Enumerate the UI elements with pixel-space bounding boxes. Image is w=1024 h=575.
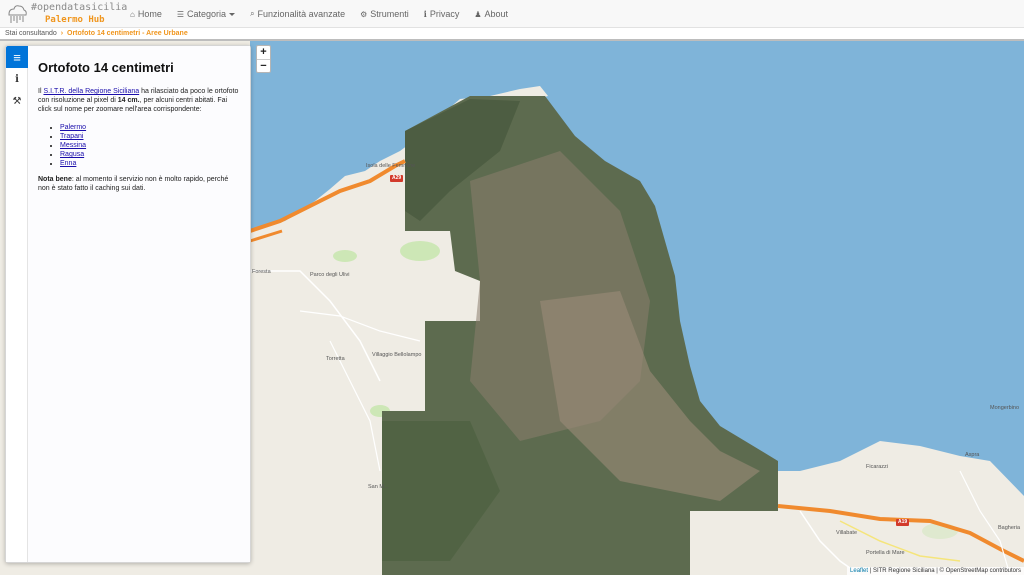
nav-privacy-label: Privacy [429, 9, 460, 19]
sitr-link[interactable]: S.I.T.R. della Regione Siciliana [43, 88, 139, 95]
zoom-control: + − [256, 45, 271, 73]
map-label-ficarazzi: Ficarazzi [866, 464, 889, 470]
breadcrumb-prefix: Stai consultando [5, 30, 57, 37]
breadcrumb: Stai consultando › Ortofoto 14 centimetr… [0, 28, 1024, 41]
list-item: Messina [60, 141, 240, 150]
map-label-a29: A29 [390, 175, 404, 182]
map-attribution: Leaflet | SITR Regione Siciliana | © Ope… [847, 567, 1024, 575]
breadcrumb-current: Ortofoto 14 centimetri - Aree Urbane [67, 30, 188, 37]
sidebar-title: Ortofoto 14 centimetri [38, 60, 174, 75]
wrench-icon: ⚒ [12, 95, 22, 107]
info-icon: i [15, 73, 19, 85]
map-label-mongerbino: Mongerbino [990, 405, 1020, 411]
main-nav: ⌂ Home ☰ Categoria ⌕ Funzionalità avanza… [130, 0, 523, 28]
sidebar-tabs: ≡ i ⚒ [6, 46, 28, 562]
brand[interactable]: #opendatasicilia Palermo Hub [6, 2, 127, 26]
info-icon: i [423, 9, 427, 19]
zoom-out-button[interactable]: − [257, 59, 270, 72]
city-link-ragusa[interactable]: Ragusa [60, 151, 84, 158]
sidebar-tab-info[interactable]: i [6, 68, 28, 90]
map-label-portella: Portella di Mare [866, 550, 905, 556]
map-label-foresta: Foresta [252, 269, 271, 275]
search-icon: ⌕ [250, 9, 255, 18]
map-label-sanm: San M... [368, 484, 389, 490]
sidebar-intro: Il S.I.T.R. della Regione Siciliana ha r… [38, 87, 240, 114]
city-link-enna[interactable]: Enna [60, 160, 76, 167]
gear-icon: ⚙ [360, 9, 368, 19]
chevron-right-icon: › [60, 30, 64, 37]
home-icon: ⌂ [130, 9, 135, 19]
nav-strumenti-label: Strumenti [370, 9, 409, 19]
map-label-bagheria: Bagheria [998, 525, 1021, 531]
sidebar-panel: ≡ i ⚒ Ortofoto 14 centimetri Il S.I.T.R.… [5, 45, 251, 563]
city-list: Palermo Trapani Messina Ragusa Enna [60, 123, 240, 168]
attribution-text: | SITR Regione Siciliana | © OpenStreetM… [868, 568, 1021, 574]
city-link-palermo[interactable]: Palermo [60, 124, 86, 131]
leaflet-link[interactable]: Leaflet [850, 568, 868, 574]
list-icon: ☰ [176, 9, 185, 19]
nav-about-label: About [484, 9, 509, 19]
nav-privacy[interactable]: i Privacy [424, 9, 460, 19]
users-icon: ♟ [474, 9, 482, 19]
list-item: Ragusa [60, 150, 240, 159]
nav-categoria-dropdown[interactable]: ☰ Categoria [176, 9, 236, 19]
intro-bold: 14 cm. [117, 97, 140, 104]
nav-funzionalita-label: Funzionalità avanzate [257, 9, 346, 19]
menu-icon: ≡ [13, 49, 21, 65]
brand-subtitle: Palermo Hub [45, 15, 105, 25]
map-label-isola: Isola delle Femmine [366, 163, 416, 169]
zoom-in-button[interactable]: + [257, 46, 270, 59]
list-item: Enna [60, 159, 240, 168]
map-label-aspra: Aspra [965, 452, 980, 458]
sidebar-content: Ortofoto 14 centimetri Il S.I.T.R. della… [28, 46, 250, 562]
list-item: Palermo [60, 123, 240, 132]
caret-down-icon [229, 12, 236, 16]
city-link-trapani[interactable]: Trapani [60, 133, 83, 140]
top-navbar: #opendatasicilia Palermo Hub ⌂ Home ☰ Ca… [0, 0, 1024, 28]
brand-title: #opendatasicilia [31, 2, 128, 13]
note-bold: Nota bene [38, 176, 72, 183]
map-label-torretta: Torretta [326, 356, 345, 362]
map-label-villaggio: Villaggio Bellolampo [372, 352, 422, 358]
sidebar-tab-menu[interactable]: ≡ [6, 46, 28, 68]
sidebar-tab-tools[interactable]: ⚒ [6, 90, 28, 112]
nav-strumenti[interactable]: ⚙ Strumenti [360, 9, 409, 19]
nav-about[interactable]: ♟ About [474, 9, 508, 19]
nav-categoria-label: Categoria [187, 9, 227, 19]
city-link-messina[interactable]: Messina [60, 142, 86, 149]
map-label-villabate: Villabate [836, 530, 857, 536]
list-item: Trapani [60, 132, 240, 141]
nav-funzionalita[interactable]: ⌕ Funzionalità avanzate [250, 9, 345, 19]
brand-logo-icon [8, 5, 27, 23]
map-label-a19: A19 [896, 519, 910, 526]
map-label-parco: Parco degli Ulivi [310, 272, 350, 278]
sidebar-note: Nota bene: al momento il servizio non è … [38, 175, 240, 193]
nav-home-label: Home [137, 9, 162, 19]
nav-home[interactable]: ⌂ Home [130, 9, 162, 19]
